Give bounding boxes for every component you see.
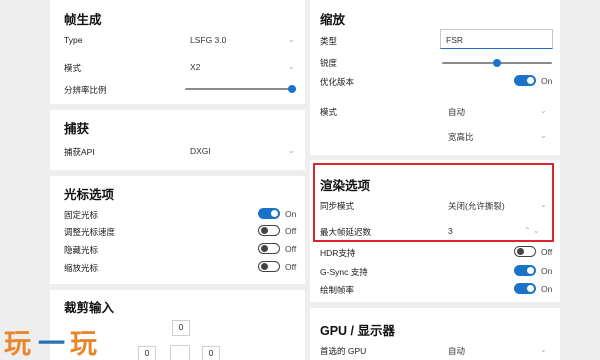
scaling-card: 缩放 类型 FSR 锐度 优化版本 On 模式 自动 ⌄ 宽高比 ⌄ <box>310 0 560 155</box>
cursor-item-label: 隐藏光标 <box>64 245 99 255</box>
toggle-state: Off <box>285 243 297 254</box>
draw-fps-label: 绘制帧率 <box>320 285 355 295</box>
cursor-item-label: 缩放光标 <box>64 263 99 273</box>
lock-cursor-toggle[interactable]: On <box>258 208 296 219</box>
cursor-title: 光标选项 <box>64 188 115 202</box>
crop-center-box <box>170 345 190 360</box>
gpu-title: GPU / 显示器 <box>320 324 396 338</box>
toggle-switch[interactable] <box>258 208 280 219</box>
toggle-switch[interactable] <box>514 75 536 86</box>
capture-api-dropdown[interactable]: DXGI <box>190 146 211 156</box>
cursor-card: 光标选项 固定光标 On 调整光标速度 Off 隐藏光标 Off 缩放光标 Of… <box>50 176 305 284</box>
toggle-switch[interactable] <box>514 246 536 257</box>
adjust-cursor-speed-toggle[interactable]: Off <box>258 225 296 236</box>
cursor-item-label: 调整光标速度 <box>64 227 116 237</box>
frame-gen-type-label: Type <box>64 35 83 45</box>
frame-gen-mode-dropdown[interactable]: X2 <box>190 62 200 72</box>
chevron-down-icon: ⌄ <box>288 35 295 44</box>
chevron-down-icon: ⌄ <box>540 106 547 115</box>
crop-left-input[interactable]: 0 <box>138 346 156 360</box>
toggle-state: On <box>541 265 553 276</box>
gpu-card: GPU / 显示器 首选的 GPU 自动 ⌄ <box>310 308 560 360</box>
sharpness-slider-thumb[interactable] <box>493 59 501 67</box>
cursor-item-label: 固定光标 <box>64 210 99 220</box>
hide-cursor-toggle[interactable]: Off <box>258 243 296 254</box>
chevron-down-icon: ⌄ <box>540 131 547 140</box>
watermark-char: 玩 <box>4 329 33 359</box>
scaling-type-value: FSR <box>446 35 463 45</box>
toggle-switch[interactable] <box>258 225 280 236</box>
toggle-state: Off <box>285 225 297 236</box>
optimized-toggle[interactable]: On <box>514 75 552 86</box>
gsync-label: G-Sync 支持 <box>320 267 368 277</box>
frame-gen-title: 帧生成 <box>64 13 102 27</box>
scaling-sub-mode-dropdown[interactable]: 宽高比 <box>448 131 474 143</box>
toggle-switch[interactable] <box>514 265 536 276</box>
preferred-gpu-label: 首选的 GPU <box>320 346 367 356</box>
toggle-switch[interactable] <box>514 283 536 294</box>
toggle-switch[interactable] <box>258 261 280 272</box>
toggle-state: Off <box>541 246 553 257</box>
toggle-switch[interactable] <box>258 243 280 254</box>
toggle-state: On <box>541 283 553 294</box>
crop-right-input[interactable]: 0 <box>202 346 220 360</box>
draw-fps-toggle[interactable]: On <box>514 283 552 294</box>
optimized-label: 优化版本 <box>320 77 355 87</box>
highlight-box <box>313 163 554 242</box>
capture-card: 捕获 捕获API DXGI ⌄ <box>50 110 305 170</box>
frame-gen-mode-label: 模式 <box>64 63 82 73</box>
sharpness-label: 锐度 <box>320 58 338 68</box>
scaling-title: 缩放 <box>320 13 346 27</box>
watermark-char: 玩 <box>70 329 99 359</box>
scale-slider-thumb[interactable] <box>288 85 296 93</box>
chevron-down-icon: ⌄ <box>288 146 295 155</box>
scale-slider-track[interactable] <box>185 88 295 90</box>
toggle-state: Off <box>285 261 297 272</box>
toggle-state: On <box>541 75 553 86</box>
scaling-type-input[interactable]: FSR <box>440 29 553 49</box>
gsync-toggle[interactable]: On <box>514 265 552 276</box>
scaling-type-label: 类型 <box>320 36 338 46</box>
hdr-toggle[interactable]: Off <box>514 246 552 257</box>
chevron-down-icon: ⌄ <box>540 345 547 354</box>
frame-gen-scale-label: 分辨率比例 <box>64 85 107 95</box>
scaling-mode-dropdown[interactable]: 自动 <box>448 106 465 118</box>
crop-title: 裁剪输入 <box>64 301 115 315</box>
watermark-char: 一 <box>38 329 67 359</box>
hdr-label: HDR支持 <box>320 248 356 258</box>
capture-api-label: 捕获API <box>64 147 95 157</box>
capture-title: 捕获 <box>64 122 90 136</box>
frame-gen-type-dropdown[interactable]: LSFG 3.0 <box>190 35 226 45</box>
chevron-down-icon: ⌄ <box>288 62 295 71</box>
watermark: 玩 一 玩 <box>2 322 112 359</box>
toggle-state: On <box>285 208 297 219</box>
frame-gen-card: 帧生成 Type LSFG 3.0 ⌄ 模式 X2 ⌄ 分辨率比例 <box>50 0 305 104</box>
crop-top-input[interactable]: 0 <box>172 320 190 336</box>
preferred-gpu-dropdown[interactable]: 自动 <box>448 345 465 357</box>
scale-cursor-toggle[interactable]: Off <box>258 261 296 272</box>
scaling-mode-label: 模式 <box>320 107 338 117</box>
